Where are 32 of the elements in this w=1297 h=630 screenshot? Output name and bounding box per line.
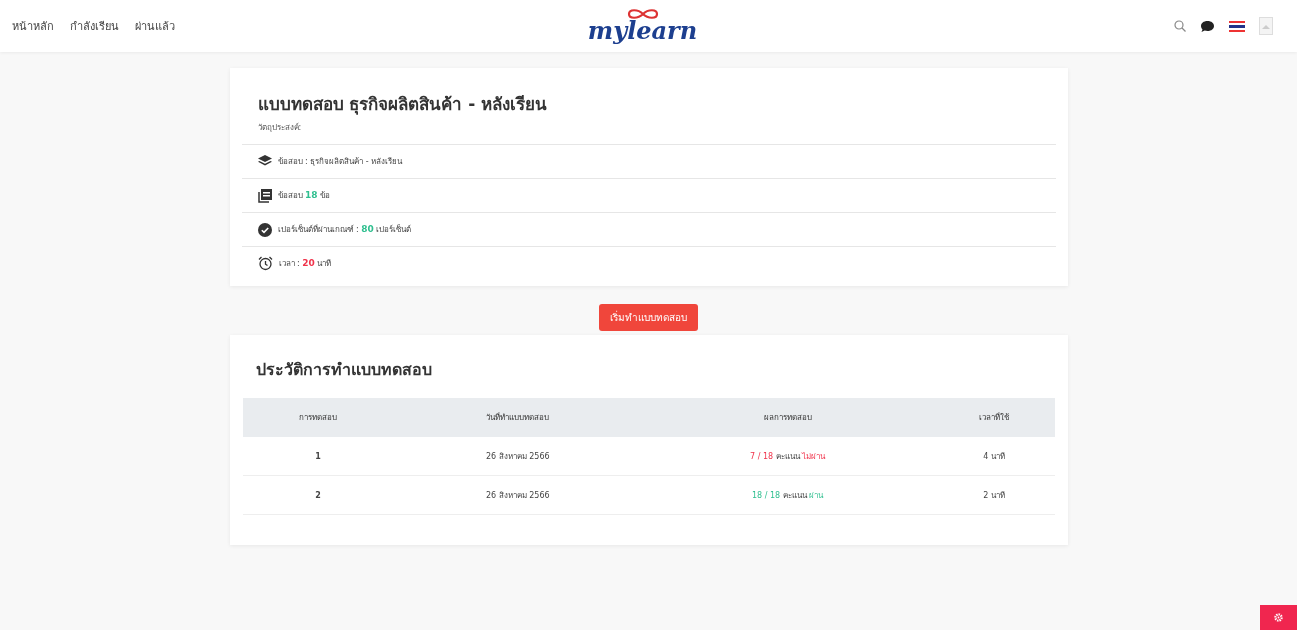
table-cell: 4 นาที bbox=[933, 437, 1055, 476]
start-quiz-button[interactable]: เริ่มทำแบบทดสอบ bbox=[599, 304, 698, 331]
settings-button[interactable] bbox=[1260, 605, 1297, 630]
column-header: เวลาที่ใช้ bbox=[933, 398, 1055, 437]
column-header: ผลการทดสอบ bbox=[641, 398, 934, 437]
table-cell: 2 bbox=[242, 475, 394, 515]
column-header: การทดสอบ bbox=[242, 398, 394, 437]
column-header: วันที่ทำแบบทดสอบ bbox=[393, 398, 642, 437]
nav-link[interactable]: ผ่านแล้ว bbox=[135, 17, 175, 35]
nav-link[interactable]: หน้าหลัก bbox=[12, 17, 54, 35]
layers-icon bbox=[257, 155, 272, 168]
logo[interactable]: mylearn bbox=[587, 9, 698, 43]
table-cell: 26 สิงหาคม 2566 bbox=[393, 475, 642, 515]
nav-link[interactable]: กำลังเรียน bbox=[70, 17, 119, 35]
history-title: ประวัติการทำแบบทดสอบ bbox=[255, 359, 433, 381]
detail-text: เปอร์เซ็นต์ที่ผ่านเกณฑ์ : 80 เปอร์เซ็นต์ bbox=[277, 223, 412, 236]
table-cell: 2 นาที bbox=[933, 475, 1055, 515]
table-cell: 1 bbox=[242, 437, 394, 476]
detail-text: เวลา : 20 นาที bbox=[278, 257, 332, 270]
detail-text: ข้อสอบ : ธุรกิจผลิตสินค้า - หลังเรียน bbox=[277, 156, 403, 168]
table-cell: 26 สิงหาคม 2566 bbox=[393, 437, 642, 476]
flag-icon[interactable] bbox=[1229, 20, 1245, 32]
result-cell: 18 / 18 คะแนน ผ่าน bbox=[641, 475, 934, 515]
detail-text: ข้อสอบ 18 ข้อ bbox=[277, 189, 331, 202]
book-icon bbox=[257, 188, 272, 203]
chat-icon[interactable] bbox=[1200, 19, 1215, 33]
quiz-title: แบบทดสอบ ธุรกิจผลิตสินค้า - หลังเรียน bbox=[257, 93, 549, 117]
settings-icon bbox=[1274, 613, 1283, 622]
check-icon bbox=[257, 222, 272, 237]
objective-label: วัตถุประสงค์: bbox=[257, 122, 303, 134]
alarm-icon bbox=[257, 256, 273, 271]
search-icon[interactable] bbox=[1174, 20, 1186, 32]
